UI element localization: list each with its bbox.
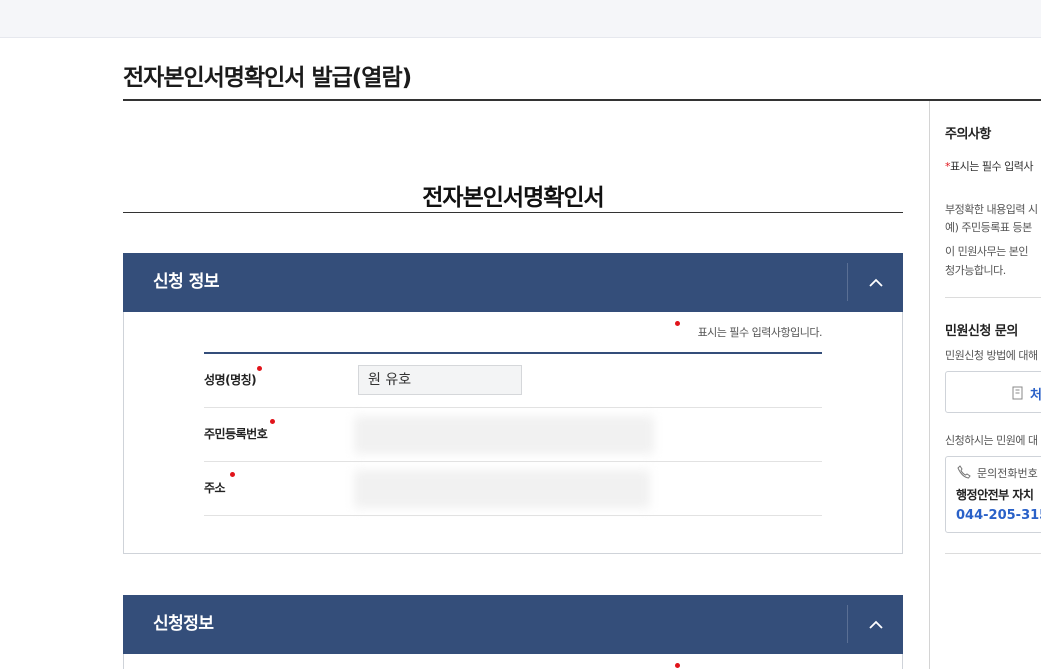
resident-number-label: 주민등록번호 xyxy=(204,427,268,441)
section-title: 신청정보 xyxy=(153,614,214,634)
notice-line: 이 민원사무는 본인 xyxy=(945,245,1028,258)
sidebar-panel: 주의사항 *표시는 필수 입력사 부정확한 내용입력 시 예) 주민등록표 등본… xyxy=(945,101,1041,669)
inquiry-description: 민원신청 방법에 대해 xyxy=(945,349,1038,362)
sidebar-divider-line xyxy=(945,553,1041,554)
document-title: 전자본인서명확인서 xyxy=(422,185,604,211)
notice-line: 부정확한 내용입력 시 xyxy=(945,203,1038,216)
title-divider xyxy=(123,99,1041,101)
document-title-underline xyxy=(123,212,903,213)
section-header-application-info-2: 신청정보 xyxy=(123,595,903,654)
contact-label: 문의전화번호 xyxy=(977,467,1038,480)
applicant-form-table: 성명(명칭) 원 유호 주민등록번호 주소 xyxy=(204,352,822,516)
required-marker-icon xyxy=(675,321,680,326)
address-label: 주소 xyxy=(204,481,226,495)
inquiry-button[interactable]: 처 xyxy=(945,371,1041,413)
inquiry-description: 신청하시는 민원에 대 xyxy=(945,434,1038,447)
sidebar-divider xyxy=(929,101,930,669)
chevron-up-icon xyxy=(868,620,883,629)
name-field[interactable]: 원 유호 xyxy=(358,365,522,395)
notice-required: *표시는 필수 입력사 xyxy=(945,160,1033,173)
collapse-section-button[interactable] xyxy=(848,595,903,654)
section-header-application-info: 신청 정보 xyxy=(123,253,903,312)
contact-organization: 행정안전부 자치 xyxy=(956,488,1034,502)
address-field-redacted[interactable] xyxy=(354,470,650,508)
sidebar-divider-line xyxy=(945,297,1041,298)
required-fields-note: 표시는 필수 입력사항입니다. xyxy=(697,326,823,339)
collapse-section-button[interactable] xyxy=(848,253,903,312)
notice-line: 예) 주민등록표 등본 xyxy=(945,221,1032,234)
required-marker-icon xyxy=(270,419,275,424)
chevron-up-icon xyxy=(868,278,883,287)
form-row-name: 성명(명칭) 원 유호 xyxy=(204,354,822,408)
top-navigation-bar xyxy=(0,0,1041,38)
required-marker-icon xyxy=(230,472,235,477)
form-row-address: 주소 xyxy=(204,462,822,516)
notice-title: 주의사항 xyxy=(945,127,991,142)
inquiry-button-label: 처 xyxy=(1030,388,1041,403)
contact-phone-link[interactable]: 044-205-3151 xyxy=(956,508,1041,523)
section-title: 신청 정보 xyxy=(153,272,219,292)
resident-number-field-redacted[interactable] xyxy=(354,416,654,454)
inquiry-title: 민원신청 문의 xyxy=(945,324,1018,339)
name-label: 성명(명칭) xyxy=(204,373,257,387)
building-icon xyxy=(1012,386,1023,400)
phone-icon xyxy=(957,465,971,479)
page-title: 전자본인서명확인서 발급(열람) xyxy=(123,65,412,91)
notice-line: 청가능합니다. xyxy=(945,264,1006,277)
required-marker-icon xyxy=(675,663,680,668)
form-row-resident-number: 주민등록번호 xyxy=(204,408,822,462)
contact-info-box: 문의전화번호 행정안전부 자치 044-205-3151 xyxy=(945,456,1041,533)
section-body-application-info-2 xyxy=(123,654,903,669)
section-body-application-info: 표시는 필수 입력사항입니다. 성명(명칭) 원 유호 주민등록번호 주소 xyxy=(123,312,903,554)
required-marker-icon xyxy=(257,366,262,371)
